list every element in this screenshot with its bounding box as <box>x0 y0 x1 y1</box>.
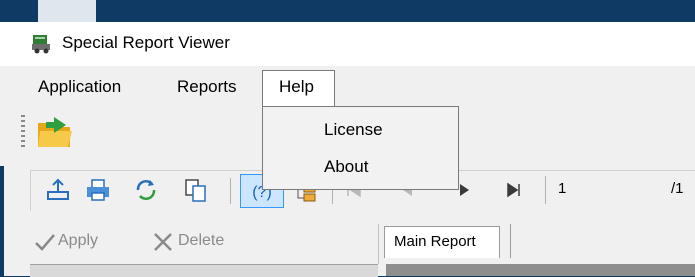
toolbar-separator <box>230 178 231 204</box>
refresh-icon[interactable] <box>132 176 160 204</box>
left-pane <box>30 264 378 277</box>
delete-button[interactable]: Delete <box>178 232 224 250</box>
print-icon[interactable] <box>84 176 112 204</box>
help-dropdown-menu <box>262 106 459 190</box>
page-number-value: 1 <box>558 180 567 197</box>
tab-main-report-label: Main Report <box>394 233 476 250</box>
window-title: Special Report Viewer <box>62 33 230 52</box>
copy-pages-icon[interactable] <box>182 176 210 204</box>
pane-divider <box>378 224 379 264</box>
toolbar-grip[interactable] <box>21 115 25 148</box>
export-icon[interactable] <box>44 176 72 204</box>
checkmark-icon <box>35 234 55 251</box>
open-folder-icon[interactable] <box>36 113 74 151</box>
page-total: /1 <box>671 180 684 197</box>
report-pane <box>386 264 695 276</box>
action-bar <box>30 212 695 264</box>
taskbar-tab <box>38 0 96 22</box>
menu-item-license[interactable]: License <box>324 120 383 140</box>
tab-separator <box>510 224 511 258</box>
menu-reports[interactable]: Reports <box>177 77 237 97</box>
menu-application[interactable]: Application <box>38 77 121 97</box>
menu-help[interactable]: Help <box>279 77 314 97</box>
page-number-field[interactable]: 1 <box>545 176 656 204</box>
menu-item-about[interactable]: About <box>324 157 368 177</box>
apply-button[interactable]: Apply <box>58 232 98 250</box>
delete-icon <box>154 233 172 251</box>
desktop-background <box>0 0 695 22</box>
tab-main-report[interactable]: Main Report <box>384 226 500 258</box>
report-viewer-icon <box>32 35 50 54</box>
last-page-icon[interactable] <box>500 176 528 204</box>
